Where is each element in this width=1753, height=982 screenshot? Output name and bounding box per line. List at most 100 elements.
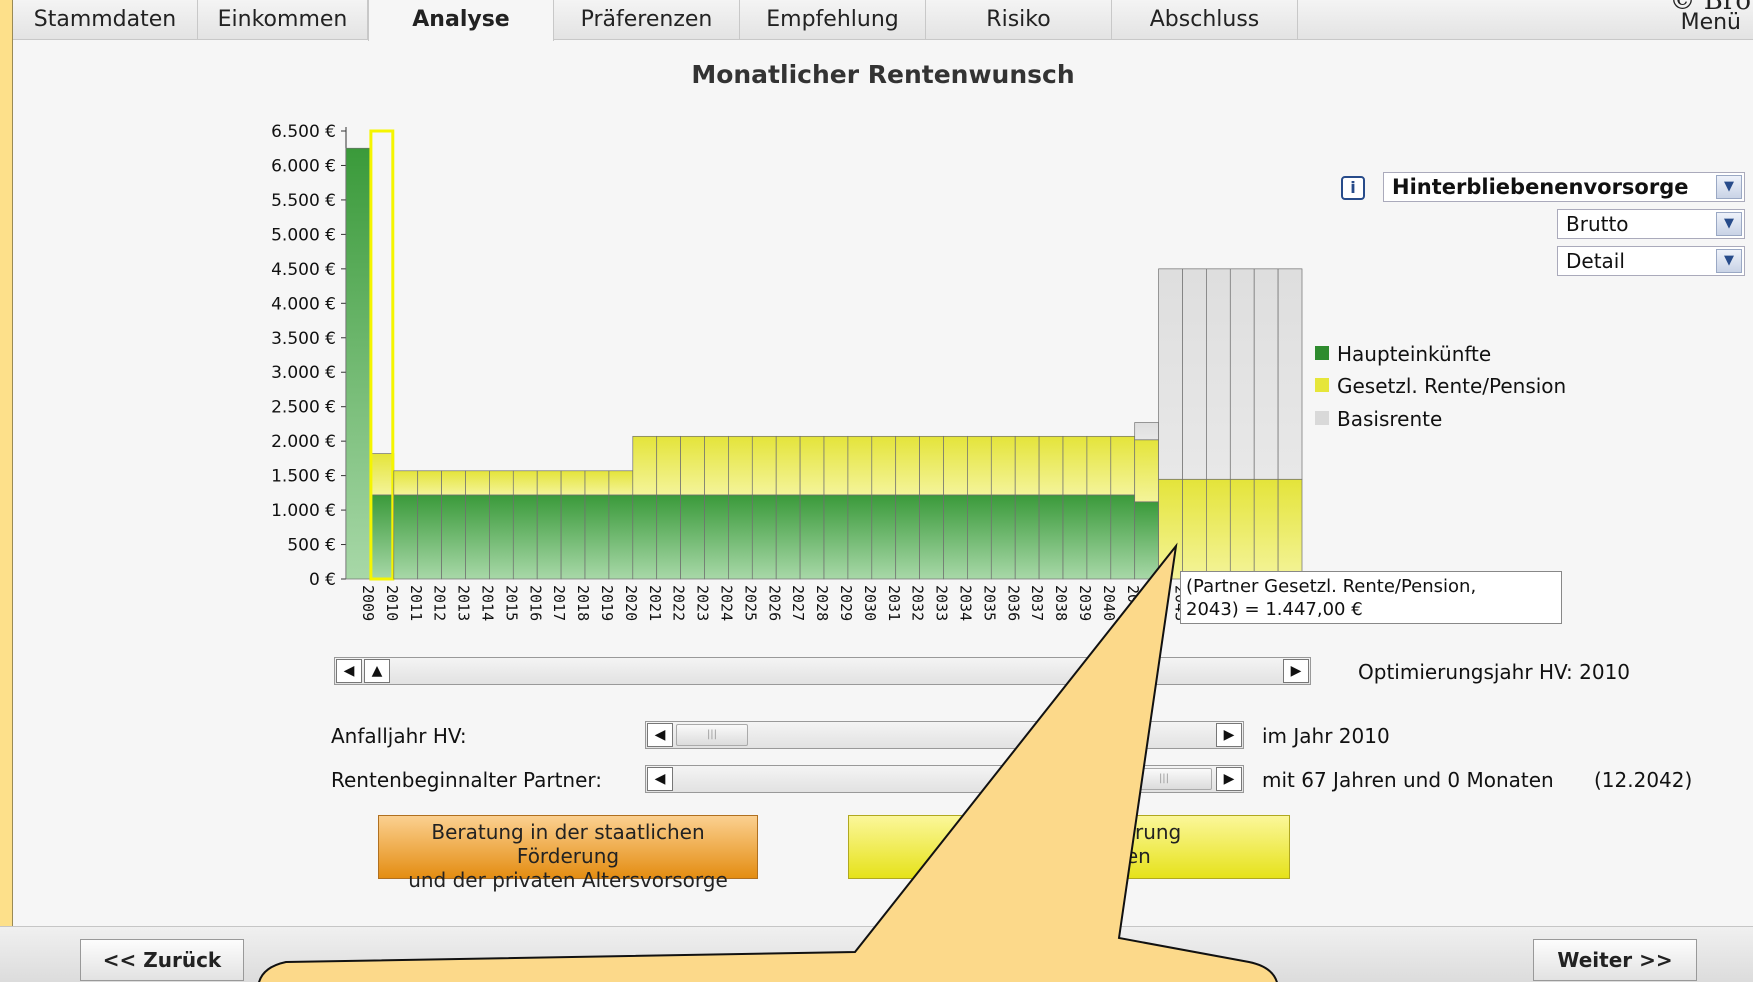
beratung-button[interactable]: Beratung in der staatlichen Förderung un… (378, 815, 758, 892)
bar-haupteinkuenfte (943, 494, 968, 580)
anfalljahr-value: im Jahr 2010 (1262, 724, 1390, 748)
x-tick-label: 2026 (765, 585, 783, 621)
bar-haupteinkuenfte (1110, 494, 1136, 580)
bar-haupteinkuenfte (990, 494, 1016, 580)
back-button[interactable]: << Zurück (80, 939, 244, 981)
anfalljahr-slider[interactable]: ◀ ||| ▶ (645, 721, 1244, 749)
next-button[interactable]: Weiter >> (1533, 939, 1697, 981)
chart-tooltip: (Partner Gesetzl. Rente/Pension, 2043) =… (1180, 571, 1562, 624)
bar-basisrente (1206, 268, 1231, 480)
bar-haupteinkuenfte (871, 494, 897, 580)
bar-basisrente (1182, 268, 1207, 480)
bar-haupteinkuenfte (704, 494, 729, 580)
rentenbeginn-slider[interactable]: ◀ ||| ▶ (645, 765, 1244, 793)
optimierung-label: Optimierungsjahr HV: 2010 (1358, 660, 1631, 684)
legend-item-gesetzl-rente: Gesetzl. Rente/Pension (1315, 374, 1566, 398)
bar-gesetzl-rente (967, 435, 992, 496)
y-tick-label: 5.000 € (271, 225, 336, 245)
scroll-up-button[interactable]: ▲ (364, 659, 390, 683)
y-tick-label: 2.500 € (271, 398, 336, 418)
chevron-down-icon: ▼ (1716, 249, 1742, 273)
bar-gesetzl-rente (1110, 435, 1136, 496)
x-tick-label: 2023 (694, 585, 712, 621)
bar-haupteinkuenfte (393, 494, 419, 580)
x-tick-label: 2021 (646, 585, 664, 621)
bar-gesetzl-rente (1038, 435, 1064, 496)
y-tick-label: 1.500 € (271, 467, 336, 487)
info-icon[interactable]: i (1341, 176, 1365, 200)
tooltip-line-2: 2043) = 1.447,00 € (1186, 599, 1363, 620)
x-tick-label: 20 (1124, 585, 1142, 603)
bar-basisrente (1229, 268, 1255, 480)
detail-select[interactable]: Detail ▼ (1557, 246, 1745, 276)
bar-haupteinkuenfte (728, 494, 753, 580)
bar-haupteinkuenfte (680, 494, 705, 580)
button-line: siken (1099, 844, 1151, 868)
x-tick-label: 2014 (478, 585, 496, 621)
bar-gesetzl-rente (1014, 435, 1040, 496)
chart-scrollbar[interactable]: ◀ ▲ ▶ (334, 657, 1311, 685)
scroll-right-button[interactable]: ▶ (1283, 659, 1309, 683)
bar-gesetzl-rente (943, 435, 968, 496)
bar-gesetzl-rente (656, 435, 681, 496)
y-tick-label: 3.000 € (271, 363, 336, 383)
legend-item-basisrente: Basisrente (1315, 407, 1442, 431)
x-tick-label: 2033 (933, 585, 951, 621)
x-tick-label: 2011 (407, 585, 425, 621)
x-tick-label: 2030 (861, 585, 879, 621)
legend-label: Basisrente (1337, 407, 1443, 431)
x-tick-label: 2017 (550, 585, 568, 621)
bar-haupteinkuenfte (369, 494, 395, 580)
bar-haupteinkuenfte (967, 494, 992, 580)
slider-left-button[interactable]: ◀ (647, 767, 673, 791)
footer-bar: << Zurück Weiter >> (0, 926, 1753, 982)
bar-gesetzl-rente (489, 470, 514, 496)
bar-gesetzl-rente (441, 470, 466, 496)
bar-gesetzl-rente (393, 470, 419, 496)
bar-gesetzl-rente (1182, 478, 1207, 580)
bar-haupteinkuenfte (345, 147, 371, 580)
bar-gesetzl-rente (751, 435, 777, 496)
slider-thumb[interactable]: ||| (1116, 768, 1212, 790)
x-tick-label: 2013 (455, 585, 473, 621)
bar-haupteinkuenfte (608, 494, 634, 580)
x-tick-label: 2039 (1076, 585, 1094, 621)
bar-basisrente (1277, 268, 1303, 480)
y-tick-label: 5.500 € (271, 191, 336, 211)
bar-gesetzl-rente (608, 470, 634, 496)
x-tick-label: 2031 (885, 585, 903, 621)
slider-right-button[interactable]: ▶ (1216, 723, 1242, 747)
bar-gesetzl-rente (1253, 478, 1279, 580)
x-tick-label: 2022 (670, 585, 688, 621)
bar-haupteinkuenfte (441, 494, 466, 580)
scroll-left-button[interactable]: ◀ (336, 659, 362, 683)
bar-gesetzl-rente (1062, 435, 1088, 496)
bar-haupteinkuenfte (536, 494, 562, 580)
bar-gesetzl-rente (560, 470, 586, 496)
bar-basisrente (1158, 268, 1183, 480)
bar-haupteinkuenfte (799, 494, 825, 580)
bar-gesetzl-rente (919, 435, 944, 496)
x-tick-label: 2037 (1028, 585, 1046, 621)
y-tick-label: 2.000 € (271, 432, 336, 452)
y-tick-label: 6.500 € (271, 122, 336, 142)
bar-haupteinkuenfte (919, 494, 944, 580)
slider-thumb[interactable]: ||| (676, 724, 748, 746)
gross-select[interactable]: Brutto ▼ (1557, 209, 1745, 239)
bar-haupteinkuenfte (1062, 494, 1088, 580)
y-tick-label: 0 € (309, 570, 336, 590)
x-tick-label: 2025 (741, 585, 759, 621)
view-select[interactable]: Hinterbliebenenvorsorge ▼ (1383, 172, 1745, 202)
chevron-down-icon: ▼ (1716, 212, 1742, 236)
bar-gesetzl-rente (1134, 439, 1159, 503)
anfalljahr-label: Anfalljahr HV: (331, 724, 467, 748)
slider-right-button[interactable]: ▶ (1216, 767, 1242, 791)
bar-gesetzl-rente (1086, 435, 1112, 496)
legend-label: Haupteinkünfte (1337, 342, 1492, 366)
bar-gesetzl-rente (417, 470, 442, 496)
legend-label: Gesetzl. Rente/Pension (1337, 374, 1567, 398)
button-line: Beratung in der staatlichen Förderung (431, 820, 705, 868)
slider-left-button[interactable]: ◀ (647, 723, 673, 747)
absicherung-button[interactable]: cherung siken (848, 815, 1290, 879)
bar-haupteinkuenfte (895, 494, 920, 580)
